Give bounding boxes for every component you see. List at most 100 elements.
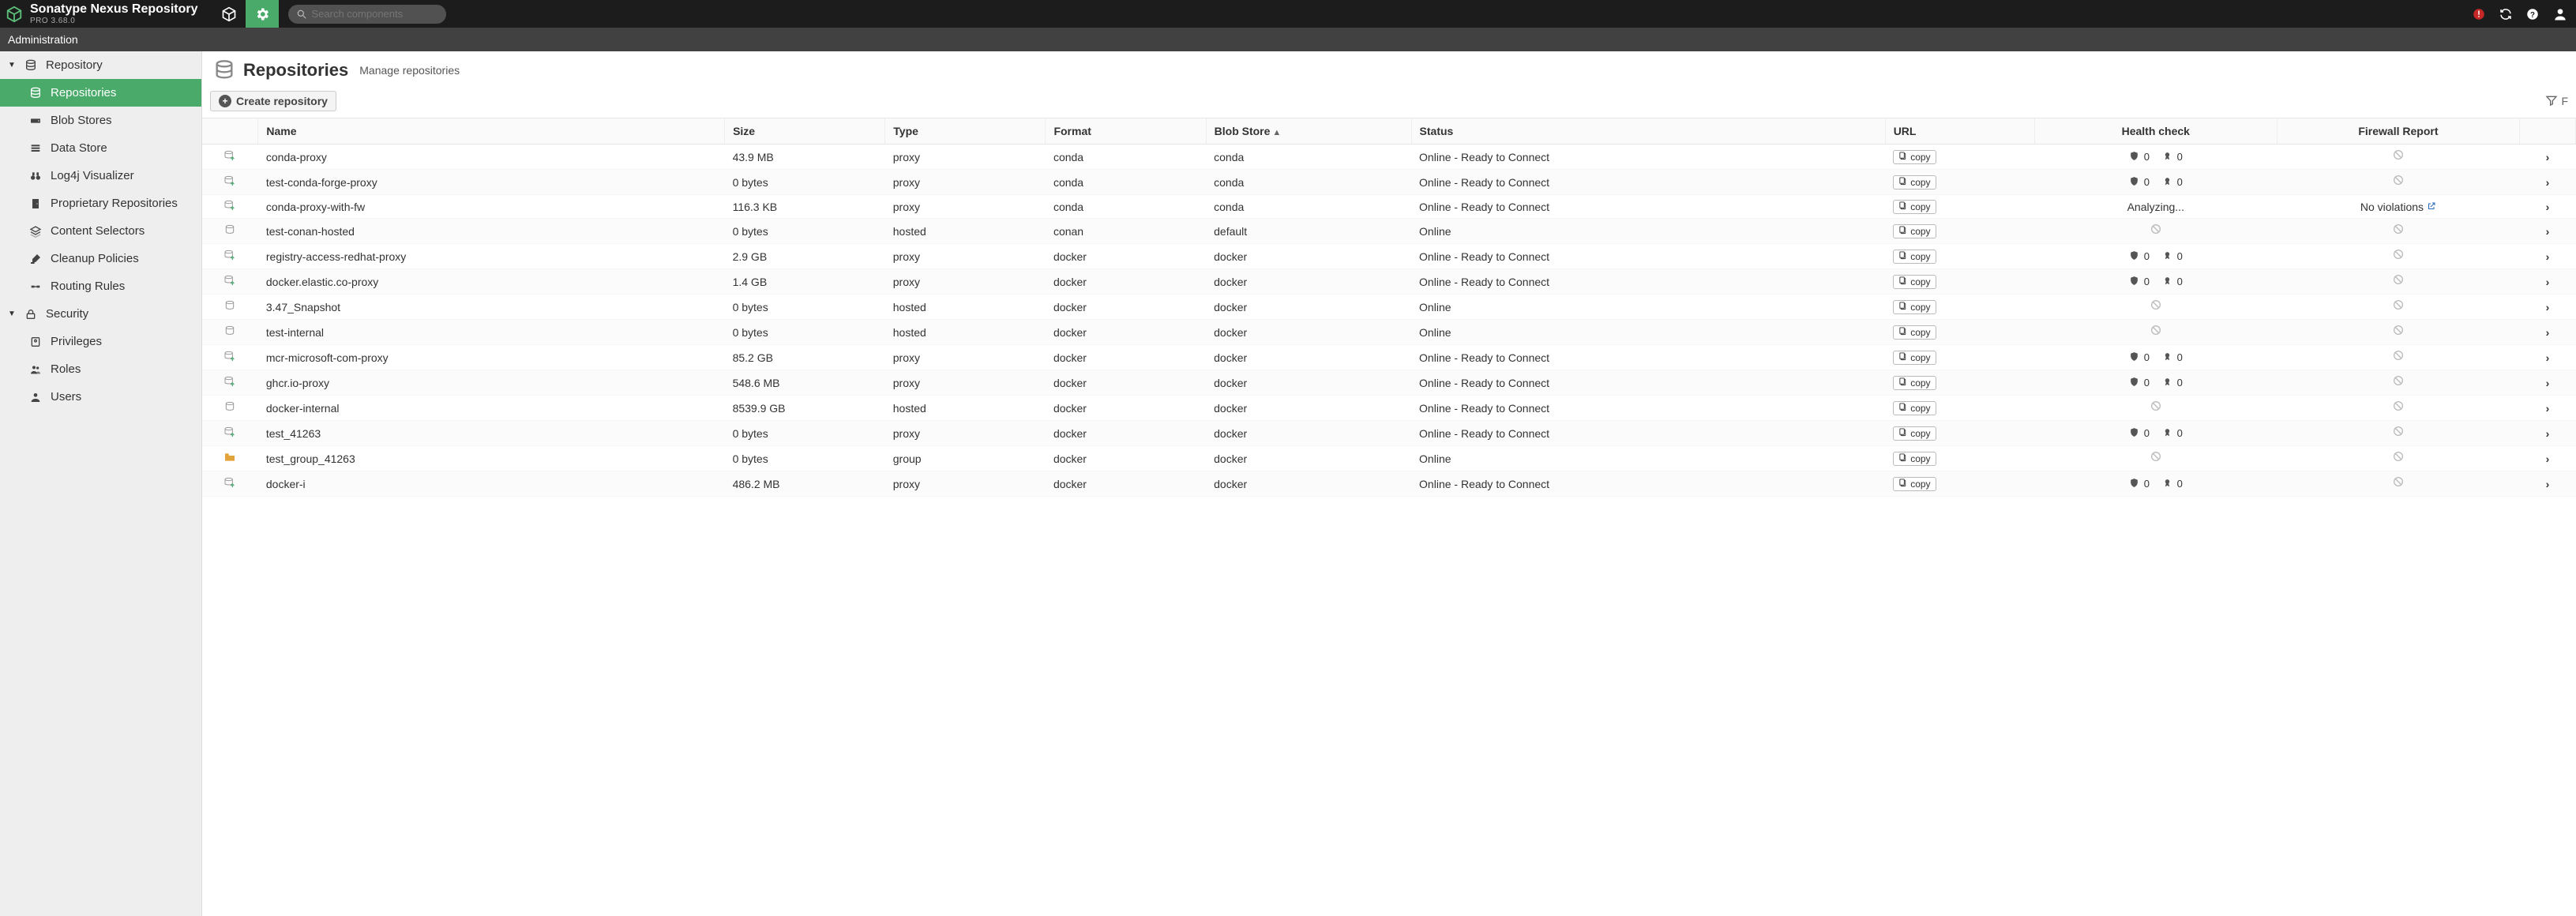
sidebar-item-privileges[interactable]: Privileges — [0, 328, 201, 355]
copy-url-button[interactable]: copy — [1893, 275, 1936, 289]
ribbon-icon — [2162, 351, 2172, 364]
copy-url-button[interactable]: copy — [1893, 376, 1936, 390]
sidebar-item-log4j-visualizer[interactable]: Log4j Visualizer — [0, 162, 201, 190]
row-expand[interactable]: › — [2520, 170, 2576, 195]
copy-url-button[interactable]: copy — [1893, 150, 1936, 164]
cell-name: conda-proxy-with-fw — [258, 195, 725, 219]
table-row[interactable]: docker-internal8539.9 GBhosteddockerdock… — [202, 396, 2576, 421]
chevron-right-icon: › — [2546, 301, 2550, 313]
col-firewall-report[interactable]: Firewall Report — [2277, 118, 2519, 145]
table-row[interactable]: registry-access-redhat-proxy2.9 GBproxyd… — [202, 244, 2576, 269]
copy-url-button[interactable]: copy — [1893, 401, 1936, 415]
table-row[interactable]: mcr-microsoft-com-proxy85.2 GBproxydocke… — [202, 345, 2576, 370]
col-size[interactable]: Size — [725, 118, 885, 145]
row-expand[interactable]: › — [2520, 295, 2576, 320]
nav-browse-button[interactable] — [212, 0, 246, 28]
col-health-check[interactable]: Health check — [2034, 118, 2277, 145]
health-counts[interactable]: 0 0 — [2129, 276, 2183, 288]
table-row[interactable]: test-internal0 byteshosteddockerdockerOn… — [202, 320, 2576, 345]
row-expand[interactable]: › — [2520, 446, 2576, 471]
health-counts[interactable]: 0 0 — [2129, 176, 2183, 189]
ban-icon — [2392, 452, 2405, 466]
table-row[interactable]: conda-proxy43.9 MBproxycondacondaOnline … — [202, 145, 2576, 170]
row-expand[interactable]: › — [2520, 145, 2576, 170]
table-row[interactable]: test-conda-forge-proxy0 bytesproxycondac… — [202, 170, 2576, 195]
cell-type: proxy — [885, 170, 1046, 195]
col-url[interactable]: URL — [1885, 118, 2034, 145]
route-icon — [28, 280, 43, 293]
copy-url-button[interactable]: copy — [1893, 351, 1936, 365]
row-expand[interactable]: › — [2520, 219, 2576, 244]
copy-url-button[interactable]: copy — [1893, 200, 1936, 214]
cell-blob-store: docker — [1206, 421, 1411, 446]
chevron-right-icon: › — [2546, 250, 2550, 263]
sidebar-item-content-selectors[interactable]: Content Selectors — [0, 217, 201, 245]
table-row[interactable]: ghcr.io-proxy548.6 MBproxydockerdockerOn… — [202, 370, 2576, 396]
row-expand[interactable]: › — [2520, 244, 2576, 269]
cell-type: proxy — [885, 269, 1046, 295]
col-type[interactable]: Type — [885, 118, 1046, 145]
copy-url-button[interactable]: copy — [1893, 325, 1936, 340]
copy-url-button[interactable]: copy — [1893, 175, 1936, 190]
create-repository-button[interactable]: + Create repository — [210, 91, 336, 111]
cell-url: copy — [1885, 269, 2034, 295]
health-counts[interactable]: 0 0 — [2129, 427, 2183, 440]
repo-type-icon — [202, 295, 258, 320]
cell-url: copy — [1885, 295, 2034, 320]
external-link-icon[interactable] — [2427, 201, 2436, 213]
row-expand[interactable]: › — [2520, 396, 2576, 421]
filter-icon[interactable] — [2545, 94, 2558, 109]
table-row[interactable]: test-conan-hosted0 byteshostedconandefau… — [202, 219, 2576, 244]
search-icon — [296, 9, 307, 20]
health-counts[interactable]: 0 0 — [2129, 151, 2183, 163]
col-blob-store[interactable]: Blob Store▲ — [1206, 118, 1411, 145]
search-input[interactable] — [312, 8, 451, 20]
copy-url-button[interactable]: copy — [1893, 452, 1936, 466]
table-row[interactable]: conda-proxy-with-fw116.3 KBproxycondacon… — [202, 195, 2576, 219]
table-row[interactable]: docker-i486.2 MBproxydockerdockerOnline … — [202, 471, 2576, 497]
table-row[interactable]: test_group_412630 bytesgroupdockerdocker… — [202, 446, 2576, 471]
help-icon[interactable]: ? — [2525, 7, 2540, 21]
copy-url-button[interactable]: copy — [1893, 250, 1936, 264]
sidebar-group-security[interactable]: ▼ Security — [0, 300, 201, 328]
user-icon[interactable] — [2552, 6, 2568, 22]
alert-icon[interactable] — [2472, 7, 2486, 21]
sidebar-item-data-store[interactable]: Data Store — [0, 134, 201, 162]
sidebar-item-roles[interactable]: Roles — [0, 355, 201, 383]
col-status[interactable]: Status — [1411, 118, 1885, 145]
row-expand[interactable]: › — [2520, 471, 2576, 497]
row-expand[interactable]: › — [2520, 421, 2576, 446]
table-row[interactable]: test_412630 bytesproxydockerdockerOnline… — [202, 421, 2576, 446]
row-expand[interactable]: › — [2520, 195, 2576, 219]
cell-format: docker — [1046, 244, 1206, 269]
sidebar-item-repositories[interactable]: Repositories — [0, 79, 201, 107]
health-counts[interactable]: 0 0 — [2129, 351, 2183, 364]
health-counts[interactable]: 0 0 — [2129, 478, 2183, 490]
table-row[interactable]: 3.47_Snapshot0 byteshosteddockerdockerOn… — [202, 295, 2576, 320]
sidebar-item-proprietary-repositories[interactable]: Proprietary Repositories — [0, 190, 201, 217]
search-box[interactable] — [288, 5, 446, 24]
row-expand[interactable]: › — [2520, 320, 2576, 345]
row-expand[interactable]: › — [2520, 269, 2576, 295]
copy-url-button[interactable]: copy — [1893, 477, 1936, 491]
col-name[interactable]: Name — [258, 118, 725, 145]
health-counts[interactable]: 0 0 — [2129, 377, 2183, 389]
refresh-icon[interactable] — [2499, 7, 2513, 21]
row-expand[interactable]: › — [2520, 370, 2576, 396]
health-counts[interactable]: 0 0 — [2129, 250, 2183, 263]
sidebar-group-repository[interactable]: ▼ Repository — [0, 51, 201, 79]
row-expand[interactable]: › — [2520, 345, 2576, 370]
col-format[interactable]: Format — [1046, 118, 1206, 145]
svg-text:?: ? — [2530, 10, 2535, 19]
copy-url-button[interactable]: copy — [1893, 300, 1936, 314]
table-row[interactable]: docker.elastic.co-proxy1.4 GBproxydocker… — [202, 269, 2576, 295]
sidebar-item-blob-stores[interactable]: Blob Stores — [0, 107, 201, 134]
copy-url-button[interactable]: copy — [1893, 426, 1936, 441]
cell-health — [2034, 295, 2277, 320]
sidebar-item-label: Repositories — [51, 86, 116, 99]
sidebar-item-users[interactable]: Users — [0, 383, 201, 411]
sidebar-item-cleanup-policies[interactable]: Cleanup Policies — [0, 245, 201, 272]
nav-admin-button[interactable] — [246, 0, 279, 28]
copy-url-button[interactable]: copy — [1893, 224, 1936, 238]
sidebar-item-routing-rules[interactable]: Routing Rules — [0, 272, 201, 300]
